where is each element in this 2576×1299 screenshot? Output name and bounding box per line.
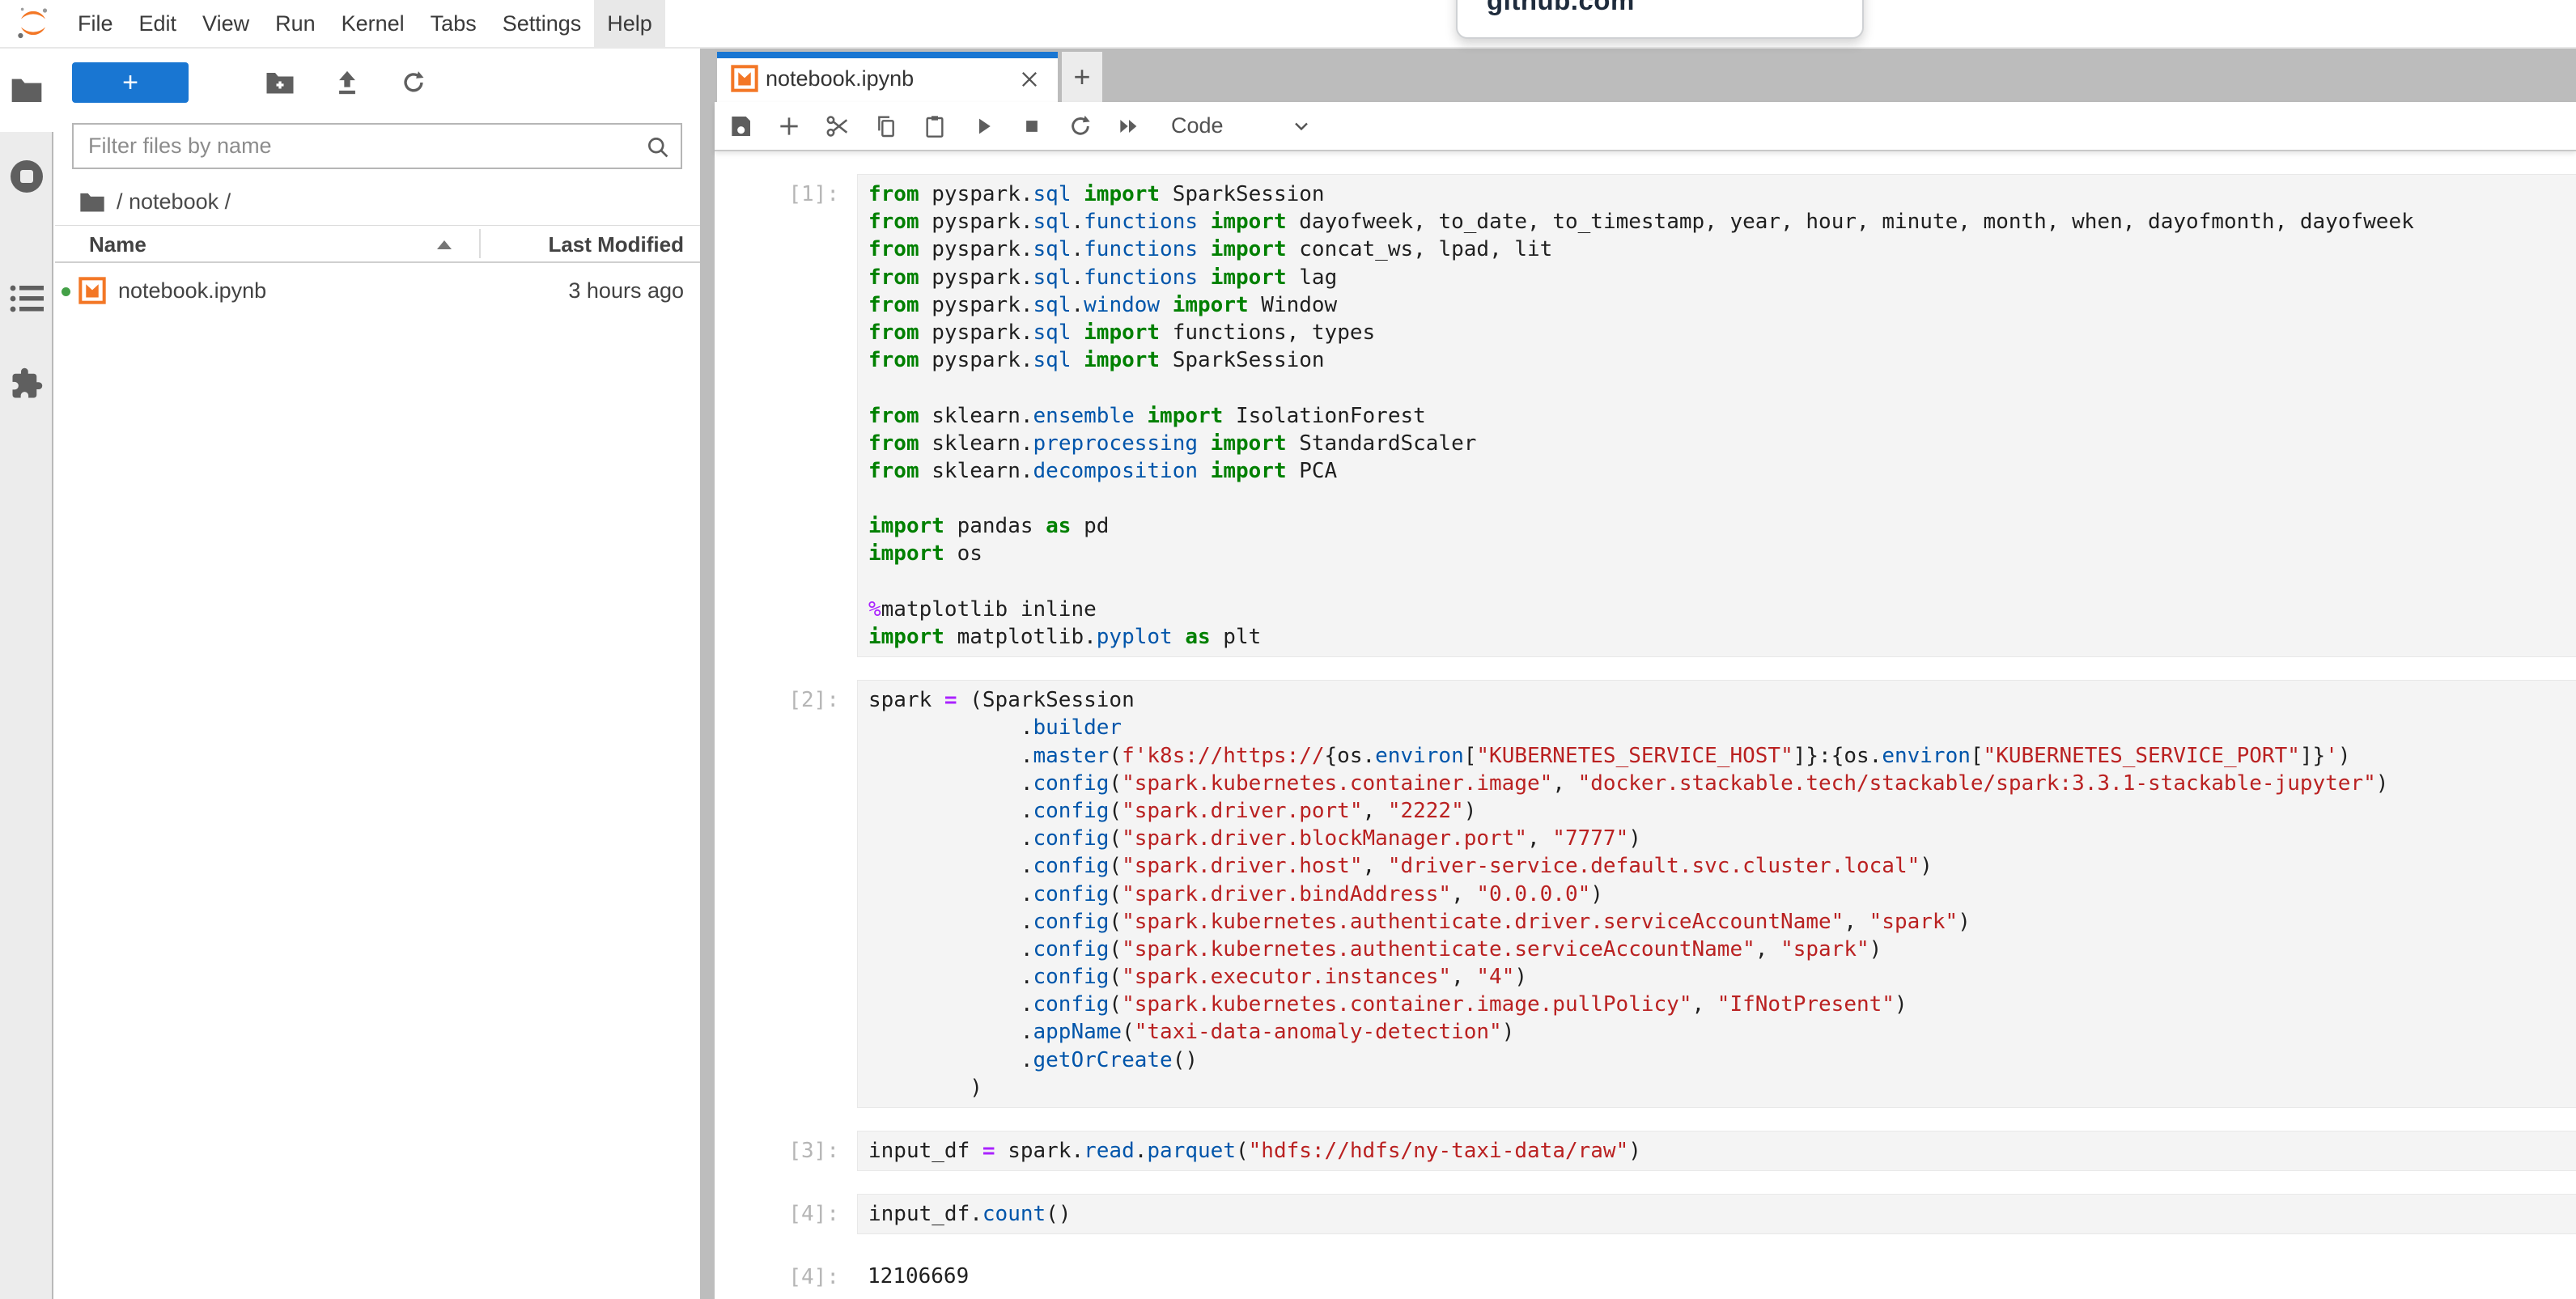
code-cell: [3]:input_df = spark.read.parquet("hdfs:… xyxy=(715,1131,2576,1171)
kernel-running-dot xyxy=(62,287,70,296)
input-prompt: [4]: xyxy=(715,1194,857,1234)
output-area: [4]:12106669 xyxy=(715,1257,2576,1291)
output-prompt: [4]: xyxy=(715,1257,857,1291)
file-browser-panel: + / notebo xyxy=(55,47,700,1299)
code-cell: [4]:input_df.count() xyxy=(715,1194,2576,1234)
menu-view[interactable]: View xyxy=(189,0,262,47)
notebook-tab-icon xyxy=(731,65,758,92)
file-browser-toolbar: + xyxy=(55,47,700,108)
puzzle-icon xyxy=(10,367,44,401)
popup-domain-text: github.com xyxy=(1487,0,1635,16)
activity-bar xyxy=(0,47,53,1299)
refresh-icon xyxy=(400,69,427,96)
chevron-down-icon xyxy=(1290,115,1313,138)
plus-icon xyxy=(776,113,802,139)
new-folder-button[interactable] xyxy=(259,62,301,104)
menu-kernel[interactable]: Kernel xyxy=(329,0,418,47)
save-button[interactable] xyxy=(716,104,765,149)
cell-type-dropdown[interactable]: Code xyxy=(1171,113,1313,138)
interrupt-kernel-button[interactable] xyxy=(1008,104,1056,149)
new-tab-button[interactable]: + xyxy=(1062,52,1102,102)
breadcrumb: / notebook / xyxy=(79,183,231,220)
column-header-name[interactable]: Name xyxy=(89,232,146,257)
sidebar-tab-extensions[interactable] xyxy=(0,367,53,401)
code-cell: [2]:spark = (SparkSession .builder .mast… xyxy=(715,680,2576,1108)
code-cell: [1]:from pyspark.sql import SparkSession… xyxy=(715,174,2576,657)
jupyter-logo-icon xyxy=(15,6,52,41)
upload-button[interactable] xyxy=(326,62,368,104)
sidebar-tab-table-of-contents[interactable] xyxy=(0,283,53,314)
menu-bar: File Edit View Run Kernel Tabs Settings … xyxy=(0,0,2576,49)
file-last-modified: 3 hours ago xyxy=(568,278,684,304)
restart-icon xyxy=(1067,113,1093,139)
cut-cell-button[interactable] xyxy=(813,104,862,149)
tab-bar: notebook.ipynb + xyxy=(715,47,2576,102)
notebook-cells: [1]:from pyspark.sql import SparkSession… xyxy=(715,151,2576,1292)
tab-notebook[interactable]: notebook.ipynb xyxy=(717,52,1058,102)
menu-file[interactable]: File xyxy=(65,0,126,47)
column-header-last-modified[interactable]: Last Modified xyxy=(548,232,684,257)
filter-files-input[interactable] xyxy=(74,125,681,168)
menu-tabs[interactable]: Tabs xyxy=(418,0,490,47)
paste-icon xyxy=(922,113,948,139)
input-prompt: [1]: xyxy=(715,174,857,657)
refresh-button[interactable] xyxy=(393,62,435,104)
file-list-header: Name Last Modified xyxy=(55,225,700,263)
run-icon xyxy=(971,114,995,138)
cell-editor[interactable]: from pyspark.sql import SparkSessionfrom… xyxy=(857,174,2576,657)
column-divider xyxy=(479,229,481,258)
filter-files-box xyxy=(72,123,682,169)
restart-kernel-button[interactable] xyxy=(1056,104,1105,149)
scissors-icon xyxy=(824,112,851,140)
new-folder-icon xyxy=(265,70,295,95)
menu-help[interactable]: Help xyxy=(594,0,665,47)
save-icon xyxy=(728,113,753,139)
paste-cell-button[interactable] xyxy=(910,104,959,149)
run-cell-button[interactable] xyxy=(959,104,1008,149)
cell-editor[interactable]: spark = (SparkSession .builder .master(f… xyxy=(857,680,2576,1108)
tab-title: notebook.ipynb xyxy=(766,66,914,91)
notebook-file-icon xyxy=(79,277,106,304)
close-icon xyxy=(1018,68,1041,91)
table-of-contents-icon xyxy=(10,283,44,314)
cell-editor[interactable]: input_df = spark.read.parquet("hdfs://hd… xyxy=(857,1131,2576,1171)
file-name: notebook.ipynb xyxy=(118,278,266,304)
home-folder-icon[interactable] xyxy=(79,191,105,213)
browser-popup: github.com xyxy=(1456,0,1864,39)
fast-forward-icon xyxy=(1116,113,1142,139)
copy-cell-button[interactable] xyxy=(862,104,910,149)
menu-edit[interactable]: Edit xyxy=(126,0,190,47)
main-dock-area: notebook.ipynb + xyxy=(715,47,2576,1299)
running-kernels-icon xyxy=(9,159,45,194)
menu-settings[interactable]: Settings xyxy=(490,0,595,47)
restart-run-all-button[interactable] xyxy=(1105,104,1153,149)
copy-icon xyxy=(873,113,899,139)
sort-ascending-icon xyxy=(437,240,452,249)
tab-close-button[interactable] xyxy=(1017,68,1042,92)
cell-type-value: Code xyxy=(1171,113,1224,138)
notebook-content: [1]:from pyspark.sql import SparkSession… xyxy=(715,151,2576,1299)
notebook-toolbar: Code xyxy=(715,102,2576,151)
cell-editor[interactable]: input_df.count() xyxy=(857,1194,2576,1234)
upload-icon xyxy=(333,69,361,96)
breadcrumb-path[interactable]: / notebook / xyxy=(117,189,231,214)
menu-run[interactable]: Run xyxy=(262,0,329,47)
add-cell-button[interactable] xyxy=(765,104,813,149)
sidebar-tab-running-kernels[interactable] xyxy=(0,159,53,194)
sidebar-tab-files[interactable] xyxy=(0,76,53,104)
new-launcher-button[interactable]: + xyxy=(72,62,189,103)
folder-icon xyxy=(11,76,43,104)
input-prompt: [2]: xyxy=(715,680,857,1108)
search-icon xyxy=(643,133,673,162)
input-prompt: [3]: xyxy=(715,1131,857,1171)
stop-icon xyxy=(1020,114,1044,138)
cell-output-text: 12106669 xyxy=(857,1257,2576,1291)
sidebar-splitter[interactable] xyxy=(700,47,715,1299)
file-row-notebook[interactable]: notebook.ipynb 3 hours ago xyxy=(55,263,700,320)
